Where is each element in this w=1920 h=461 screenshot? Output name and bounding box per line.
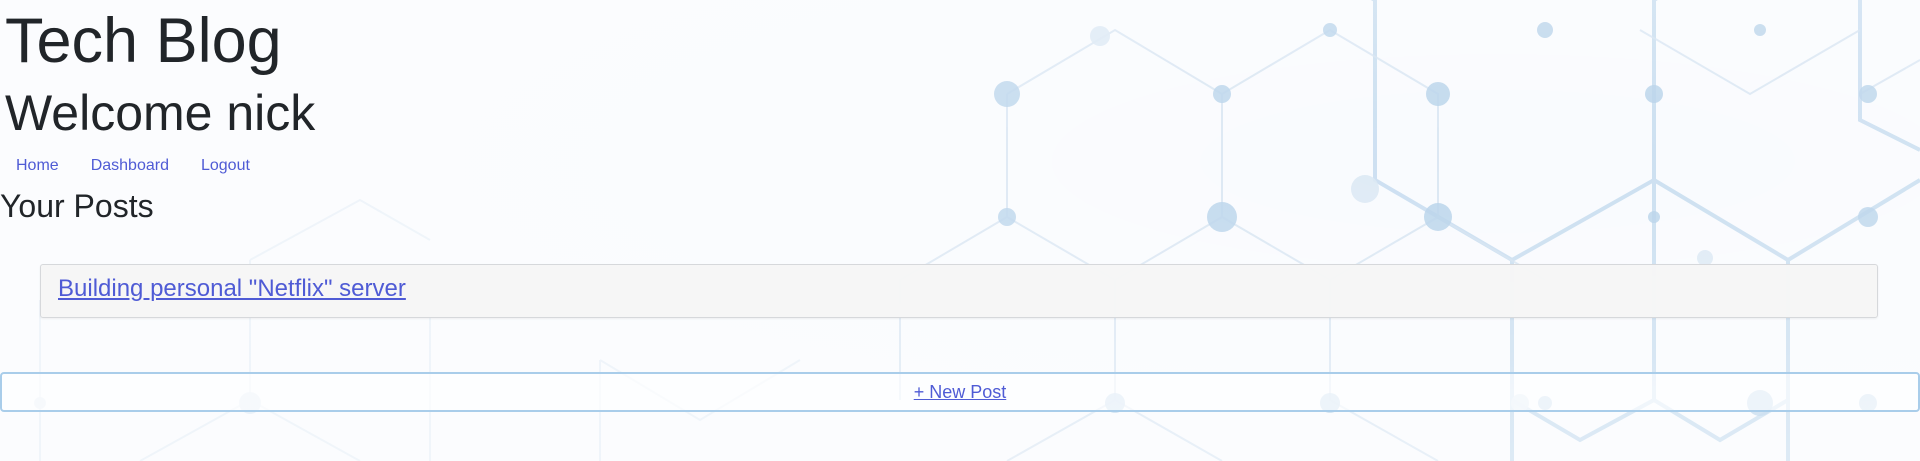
nav-home-link[interactable]: Home <box>0 154 75 178</box>
nav-dashboard-link[interactable]: Dashboard <box>75 154 185 178</box>
main-nav: Home Dashboard Logout <box>0 154 266 178</box>
nav-logout-link[interactable]: Logout <box>185 154 266 178</box>
site-title: Tech Blog <box>5 6 282 76</box>
post-card: Building personal "Netflix" server <box>40 264 1878 318</box>
your-posts-heading: Your Posts <box>0 188 154 224</box>
post-title-link[interactable]: Building personal "Netflix" server <box>58 274 406 304</box>
new-post-button[interactable]: + New Post <box>0 372 1920 412</box>
new-post-label: + New Post <box>913 382 1007 402</box>
welcome-heading: Welcome nick <box>5 85 316 141</box>
